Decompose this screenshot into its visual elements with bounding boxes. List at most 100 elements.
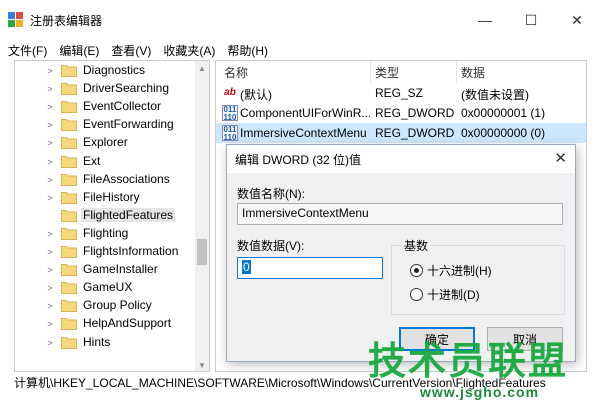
value-data: 0x00000001 (1) xyxy=(461,106,546,120)
value-data: 0x00000000 (0) xyxy=(461,126,546,140)
scroll-up-icon[interactable]: ▲ xyxy=(195,64,209,73)
value-name-field: ImmersiveContextMenu xyxy=(237,203,563,225)
close-button[interactable]: ✕ xyxy=(554,0,600,40)
value-name-label: 数值名称(N): xyxy=(237,187,305,201)
folder-icon xyxy=(61,299,77,313)
base-groupbox: 基数 十六进制(H) 十进制(D) xyxy=(391,237,565,315)
expand-chevron-icon[interactable]: > xyxy=(45,66,55,76)
menu-edit[interactable]: 编辑(E) xyxy=(59,42,99,59)
expand-chevron-icon[interactable]: > xyxy=(45,338,55,348)
folder-icon xyxy=(61,64,77,77)
minimize-button[interactable]: — xyxy=(462,0,508,40)
expand-chevron-icon[interactable]: > xyxy=(45,319,55,329)
folder-icon xyxy=(61,100,77,114)
tree-item-label: EventForwarding xyxy=(83,117,174,132)
tree-item[interactable]: > FileAssociations xyxy=(15,171,195,189)
maximize-button[interactable]: ☐ xyxy=(508,0,554,40)
binary-value-icon: 011 110 xyxy=(222,125,238,142)
value-name: ComponentUIForWinR... xyxy=(240,106,370,120)
tree-item[interactable]: FlightedFeatures xyxy=(15,207,195,225)
expand-chevron-icon[interactable]: > xyxy=(45,84,55,94)
tree-item[interactable]: > Hints xyxy=(15,334,195,352)
expand-chevron-icon[interactable]: > xyxy=(45,157,55,167)
folder-icon xyxy=(61,317,77,331)
folder-icon xyxy=(61,136,77,150)
expand-chevron-icon[interactable]: > xyxy=(45,229,55,239)
tree-scrollbar[interactable]: ▲ ▼ xyxy=(195,61,209,371)
menu-help[interactable]: 帮助(H) xyxy=(227,42,268,59)
folder-icon xyxy=(61,227,77,240)
tree-item[interactable]: > FlightsInformation xyxy=(15,243,195,261)
title-bar: 注册表编辑器 — ☐ ✕ xyxy=(0,0,600,40)
tree-item[interactable]: > GameInstaller xyxy=(15,261,195,279)
window-title: 注册表编辑器 xyxy=(30,13,103,28)
expand-chevron-icon[interactable]: > xyxy=(45,247,55,257)
tree-item[interactable]: > Group Policy xyxy=(15,297,195,315)
folder-icon xyxy=(61,82,77,96)
radio-decimal[interactable]: 十进制(D) xyxy=(410,286,480,303)
tree-item[interactable]: > Ext xyxy=(15,153,195,171)
value-type: REG_DWORD xyxy=(375,106,455,120)
tree-item-label: GameUX xyxy=(83,280,133,295)
base-label: 基数 xyxy=(402,237,431,254)
dialog-close-icon[interactable]: ✕ xyxy=(554,149,567,167)
tree-item-label: FileAssociations xyxy=(83,171,170,186)
folder-icon xyxy=(61,245,77,258)
value-type: REG_SZ xyxy=(375,86,424,100)
folder-icon xyxy=(61,209,77,222)
value-data-input[interactable]: 0 xyxy=(237,257,383,279)
value-type: REG_DWORD xyxy=(375,126,455,140)
folder-icon xyxy=(61,155,77,168)
expand-chevron-icon[interactable]: > xyxy=(45,283,55,293)
column-name-header[interactable]: 名称 xyxy=(224,64,248,81)
scrollbar-thumb[interactable] xyxy=(197,239,207,265)
list-header: 名称 类型 数据 xyxy=(216,61,586,83)
tree-item[interactable]: > Explorer xyxy=(15,134,195,152)
menu-view[interactable]: 查看(V) xyxy=(111,42,151,59)
radio-selected-icon xyxy=(410,264,423,277)
expand-chevron-icon[interactable]: > xyxy=(45,175,55,185)
radio-unselected-icon xyxy=(410,288,423,301)
tree-item-label: Explorer xyxy=(83,135,128,150)
tree-item[interactable]: > Diagnostics xyxy=(15,62,195,80)
dialog-title-bar: 编辑 DWORD (32 位)值 ✕ xyxy=(227,145,575,173)
binary-value-icon: 011 110 xyxy=(222,105,238,122)
expand-chevron-icon[interactable]: > xyxy=(45,102,55,112)
column-type-header[interactable]: 类型 xyxy=(375,64,399,81)
tree-item[interactable]: > EventCollector xyxy=(15,98,195,116)
tree-item-label: Group Policy xyxy=(83,298,152,313)
tree-item[interactable]: > FileHistory xyxy=(15,189,195,207)
tree-item[interactable]: > HelpAndSupport xyxy=(15,315,195,333)
value-data-label: 数值数据(V): xyxy=(237,239,305,253)
tree-item[interactable]: > DriverSearching xyxy=(15,80,195,98)
value-name: ImmersiveContextMenu xyxy=(240,126,367,140)
scroll-down-icon[interactable]: ▼ xyxy=(195,361,209,370)
folder-icon xyxy=(61,173,77,186)
key-tree[interactable]: ▲ ▼ > Diagnostics > DriverSearching > EventCo… xyxy=(14,60,210,372)
expand-chevron-icon[interactable]: > xyxy=(45,120,55,130)
menu-file[interactable]: 文件(F) xyxy=(8,42,47,59)
radio-hexadecimal[interactable]: 十六进制(H) xyxy=(410,262,492,279)
table-row[interactable]: 011 110 ImmersiveContextMenu REG_DWORD 0x000… xyxy=(216,123,586,143)
folder-icon xyxy=(61,281,77,295)
expand-chevron-icon[interactable]: > xyxy=(45,138,55,148)
tree-item[interactable]: > GameUX xyxy=(15,279,195,297)
expand-chevron-icon[interactable]: > xyxy=(45,265,55,275)
column-data-header[interactable]: 数据 xyxy=(461,64,485,81)
tree-item-label: Ext xyxy=(83,153,101,168)
folder-icon xyxy=(61,191,77,204)
tree-item-label: Diagnostics xyxy=(83,63,146,77)
string-value-icon: ab xyxy=(224,87,236,98)
tree-item-label: DriverSearching xyxy=(83,81,170,96)
table-row[interactable]: 011 110 ComponentUIForWinR... REG_DWORD 0x00… xyxy=(216,103,586,123)
tree-item[interactable]: > EventForwarding xyxy=(15,116,195,134)
tree-item[interactable]: > Flighting xyxy=(15,225,195,243)
menu-favorites[interactable]: 收藏夹(A) xyxy=(163,42,215,59)
tree-item-label: FlightsInformation xyxy=(83,244,179,258)
expand-chevron-icon[interactable]: > xyxy=(45,301,55,311)
table-row[interactable]: ab (默认) REG_SZ (数值未设置) xyxy=(216,83,586,103)
menu-bar: 文件(F) 编辑(E) 查看(V) 收藏夹(A) 帮助(H) xyxy=(0,40,600,60)
tree-item-label: FileHistory xyxy=(83,189,140,204)
value-data: (数值未设置) xyxy=(461,88,529,102)
expand-chevron-icon[interactable]: > xyxy=(45,193,55,203)
